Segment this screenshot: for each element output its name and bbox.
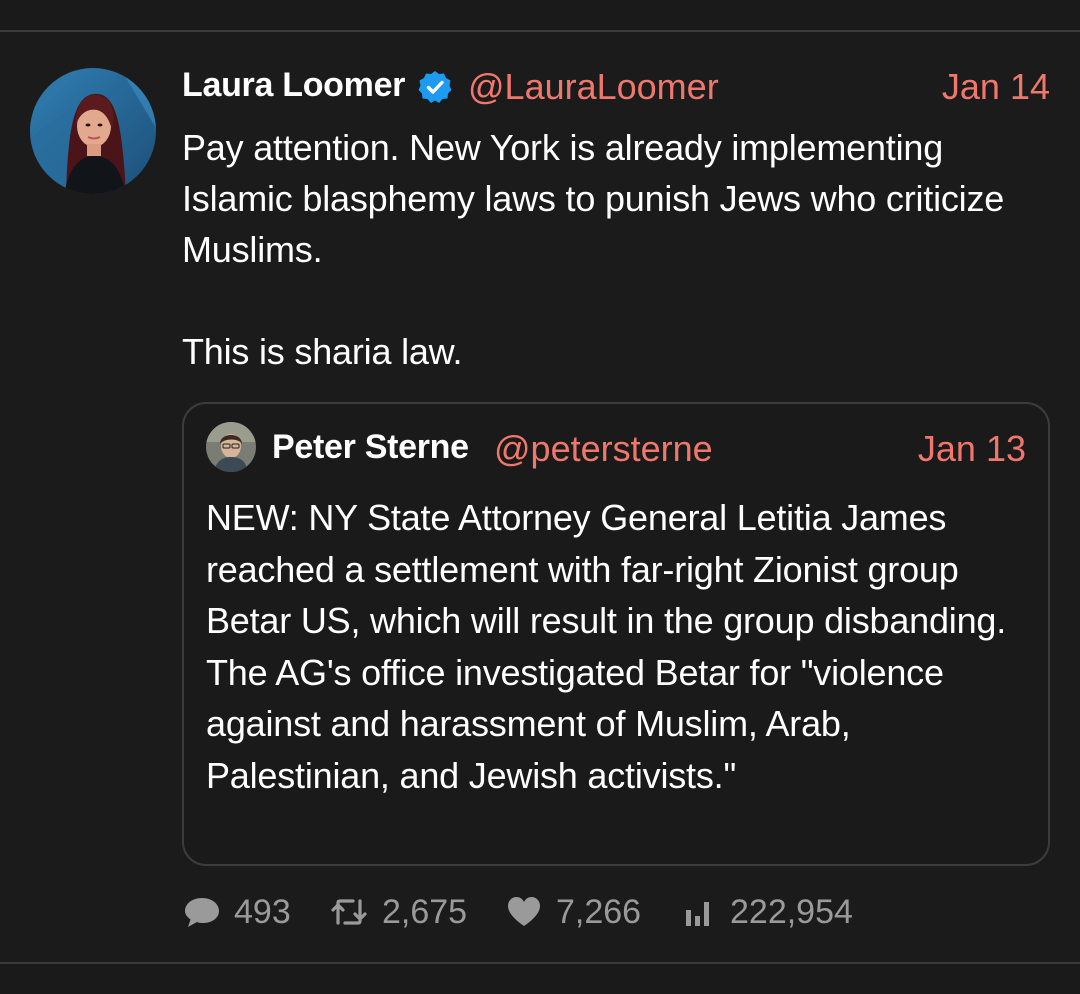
verified-badge-icon [418,70,452,104]
quoted-author-handle[interactable]: @petersterne [494,428,713,470]
bottom-divider [0,962,1080,994]
bar-chart-icon [682,892,718,932]
tweet-header: Laura Loomer @LauraLoomer Jan 14 [182,62,1052,110]
retweet-button[interactable]: 2,675 [328,888,467,936]
tweet-stats: 493 2,675 7,266 222,954 [182,888,1062,936]
retweet-icon [328,892,370,932]
like-count: 7,266 [556,892,642,931]
quoted-author-avatar[interactable] [206,422,256,472]
tweet-date[interactable]: Jan 14 [942,66,1050,108]
view-count: 222,954 [730,892,853,931]
author-handle[interactable]: @LauraLoomer [468,66,719,108]
tweet-card[interactable]: Laura Loomer @LauraLoomer Jan 14 Pay att… [0,0,1080,962]
reply-button[interactable]: 493 [182,888,291,936]
quoted-tweet-text: NEW: NY State Attorney General Letitia J… [206,497,1007,796]
views-button[interactable]: 222,954 [682,888,853,936]
reply-count: 493 [234,892,291,931]
quoted-author-name[interactable]: Peter Sterne [272,428,469,467]
heart-icon [504,892,544,932]
retweet-count: 2,675 [382,892,468,931]
quoted-tweet-date[interactable]: Jan 13 [918,428,1026,470]
speech-bubble-icon [182,892,222,932]
quoted-tweet[interactable]: Peter Sterne @petersterne Jan 13 NEW: NY… [182,402,1050,866]
author-name[interactable]: Laura Loomer [182,66,405,105]
like-button[interactable]: 7,266 [504,888,641,936]
author-avatar[interactable] [30,68,156,194]
tweet-text: Pay attention. New York is already imple… [182,127,1005,372]
